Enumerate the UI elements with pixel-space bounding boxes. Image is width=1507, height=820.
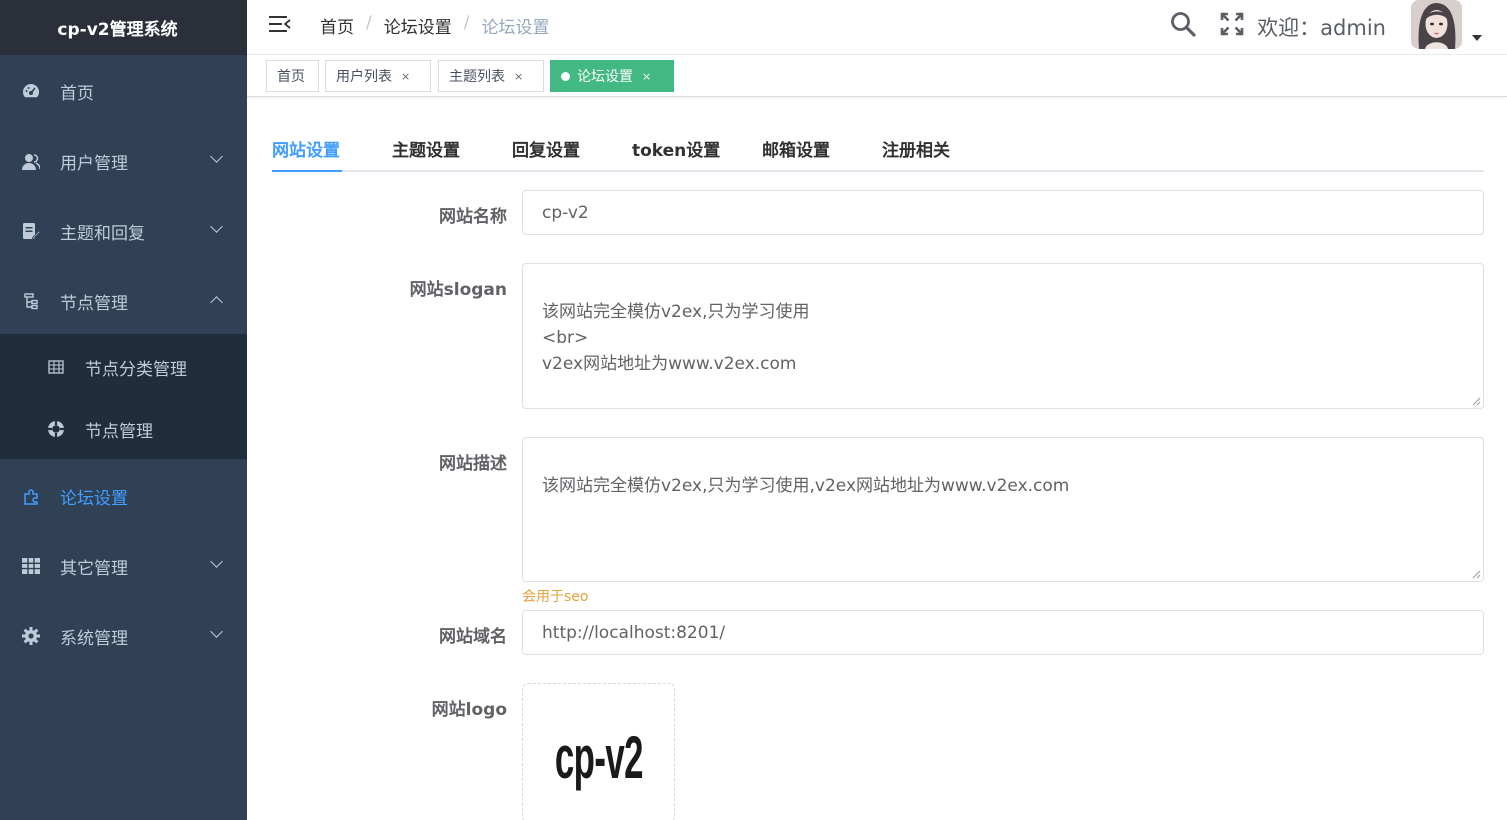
tab-reply-settings[interactable]: 回复设置 <box>512 136 580 161</box>
tag-user-list[interactable]: 用户列表 × <box>325 60 431 92</box>
top-navbar: 首页 / 论坛设置 / 论坛设置 欢迎：admin <box>247 0 1507 55</box>
tag-topic-list[interactable]: 主题列表 × <box>438 60 544 92</box>
tab-token-settings[interactable]: token设置 <box>632 136 720 161</box>
puzzle-icon <box>22 487 40 505</box>
breadcrumb-item-forum-settings[interactable]: 论坛设置 <box>384 13 452 38</box>
site-name-label: 网站名称 <box>439 207 507 227</box>
tag-label: 论坛设置 <box>577 69 633 85</box>
caret-down-icon[interactable] <box>1472 35 1482 41</box>
site-name-input[interactable]: cp-v2 <box>522 190 1484 235</box>
user-icon <box>22 152 40 170</box>
sidebar-item-label: 节点管理 <box>60 293 128 314</box>
close-icon[interactable]: × <box>642 70 651 83</box>
sidebar-subitem-node-manage[interactable]: 节点管理 <box>0 398 247 460</box>
site-description-label: 网站描述 <box>439 454 507 474</box>
avatar[interactable] <box>1411 0 1462 49</box>
breadcrumb-separator: / <box>366 13 372 33</box>
tag-home[interactable]: 首页 <box>266 60 319 92</box>
table-grid-icon <box>22 557 40 575</box>
resize-handle-icon[interactable] <box>1472 397 1481 406</box>
dashboard-icon <box>22 82 40 100</box>
sidebar-item-forum-settings[interactable]: 论坛设置 <box>0 461 247 531</box>
seo-hint: 会用于seo <box>522 589 589 605</box>
sidebar-item-label: 主题和回复 <box>60 223 145 244</box>
sidebar-toggle-icon[interactable] <box>269 15 291 33</box>
breadcrumb-item-home[interactable]: 首页 <box>320 13 354 38</box>
chevron-up-icon <box>210 296 223 309</box>
sidebar-item-nodes[interactable]: 节点管理 <box>0 266 247 336</box>
resize-handle-icon[interactable] <box>1472 570 1481 579</box>
chevron-down-icon <box>210 220 223 233</box>
tab-registration[interactable]: 注册相关 <box>882 136 950 161</box>
sidebar-item-users[interactable]: 用户管理 <box>0 126 247 196</box>
sidebar-item-label: 首页 <box>60 83 94 104</box>
site-logo-image: cp-v2 <box>554 723 643 791</box>
sidebar-item-label: 用户管理 <box>60 153 128 174</box>
site-slogan-value: 该网站完全模仿v2ex,只为学习使用 <br> v2ex网站地址为www.v2e… <box>542 302 810 374</box>
search-icon[interactable] <box>1170 11 1196 37</box>
tag-label: 主题列表 <box>449 69 505 85</box>
site-slogan-textarea[interactable]: 该网站完全模仿v2ex,只为学习使用 <br> v2ex网站地址为www.v2e… <box>522 263 1484 409</box>
logo-uploader[interactable]: cp-v2 <box>522 683 675 820</box>
fullscreen-icon[interactable] <box>1220 12 1244 36</box>
chevron-down-icon <box>210 555 223 568</box>
sidebar-submenu-nodes: 节点分类管理 节点管理 <box>0 334 247 459</box>
site-name-value: cp-v2 <box>542 202 589 223</box>
sidebar-item-label: 其它管理 <box>60 558 128 579</box>
breadcrumb-separator: / <box>463 13 470 33</box>
tab-email-settings[interactable]: 邮箱设置 <box>762 136 830 161</box>
sidebar-subitem-node-categories[interactable]: 节点分类管理 <box>0 336 247 398</box>
tab-site-settings[interactable]: 网站设置 <box>272 136 340 161</box>
close-icon[interactable]: × <box>514 70 523 83</box>
table-icon <box>47 358 65 376</box>
tag-forum-settings[interactable]: 论坛设置 × <box>550 60 674 92</box>
lifebuoy-icon <box>47 420 65 438</box>
tag-label: 用户列表 <box>336 69 392 85</box>
site-description-textarea[interactable]: 该网站完全模仿v2ex,只为学习使用,v2ex网站地址为www.v2ex.com <box>522 437 1484 582</box>
gear-icon <box>22 627 40 645</box>
close-icon[interactable]: × <box>401 70 410 83</box>
site-domain-value: http://localhost:8201/ <box>542 622 726 643</box>
sidebar-subitem-label: 节点管理 <box>85 421 153 442</box>
tag-label: 首页 <box>277 69 305 85</box>
site-domain-label: 网站域名 <box>439 627 507 647</box>
chevron-down-icon <box>210 625 223 638</box>
active-dot-icon <box>561 71 570 81</box>
sidebar-item-other[interactable]: 其它管理 <box>0 531 247 601</box>
sidebar-item-home[interactable]: 首页 <box>0 56 247 126</box>
sidebar: cp-v2管理系统 首页 用户管理 主题和回复 节点管理 节点分类管理 节点管理… <box>0 0 247 820</box>
site-domain-input[interactable]: http://localhost:8201/ <box>522 610 1484 655</box>
tags-view: 首页 用户列表 × 主题列表 × 论坛设置 × <box>247 55 1507 97</box>
welcome-text: 欢迎：admin <box>1257 16 1386 40</box>
site-logo-label: 网站logo <box>431 700 507 720</box>
sidebar-item-label: 论坛设置 <box>60 488 128 509</box>
chevron-down-icon <box>210 150 223 163</box>
tab-topic-settings[interactable]: 主题设置 <box>392 136 460 161</box>
site-description-value: 该网站完全模仿v2ex,只为学习使用,v2ex网站地址为www.v2ex.com <box>542 476 1070 496</box>
site-slogan-label: 网站slogan <box>409 280 507 300</box>
sidebar-item-system[interactable]: 系统管理 <box>0 601 247 671</box>
sidebar-item-label: 系统管理 <box>60 628 128 649</box>
app-logo-title: cp-v2管理系统 <box>0 0 247 55</box>
settings-tabs: 网站设置 主题设置 回复设置 token设置 邮箱设置 注册相关 <box>272 128 1484 172</box>
breadcrumb: 首页 / 论坛设置 / 论坛设置 <box>320 13 549 38</box>
sidebar-subitem-label: 节点分类管理 <box>85 359 187 380</box>
tree-icon <box>22 292 40 310</box>
document-edit-icon <box>22 222 40 240</box>
breadcrumb-item-current: 论坛设置 <box>481 18 550 38</box>
sidebar-item-topics[interactable]: 主题和回复 <box>0 196 247 266</box>
active-tab-indicator <box>272 170 342 172</box>
